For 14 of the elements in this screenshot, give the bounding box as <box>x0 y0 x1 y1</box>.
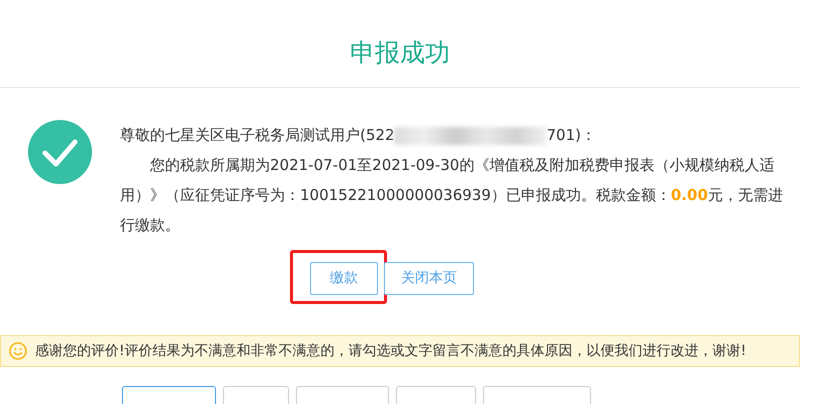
greeting-text: 701)： <box>546 126 596 144</box>
notice-text: 感谢您的评价!评价结果为不满意和非常不满意的，请勾选或文字留言不满意的具体原因，以便我们进行改进，谢谢! <box>35 342 746 360</box>
rating-option[interactable] <box>396 386 476 404</box>
success-check-icon <box>28 120 92 184</box>
rating-option[interactable] <box>223 386 289 404</box>
greeting-text: 尊敬的七星关区电子税务局测试用户(522 <box>120 126 394 144</box>
page-title: 申报成功 <box>0 0 800 88</box>
rating-option[interactable] <box>122 386 216 404</box>
smiley-icon <box>9 342 27 360</box>
rating-option[interactable] <box>296 386 389 404</box>
message-text: 您的税款所属期为2021-07-01至2021-09-30的《增值税及附加税费申报表（小规模纳税人适用）》（应征凭证序号为：10015221000000036939）已申报成功。税款金额：0.00元，无需进行缴款。 <box>120 155 784 236</box>
rating-option[interactable] <box>483 386 591 404</box>
pay-button[interactable]: 缴款 <box>310 262 378 295</box>
close-page-button[interactable]: 关闭本页 <box>384 262 474 295</box>
